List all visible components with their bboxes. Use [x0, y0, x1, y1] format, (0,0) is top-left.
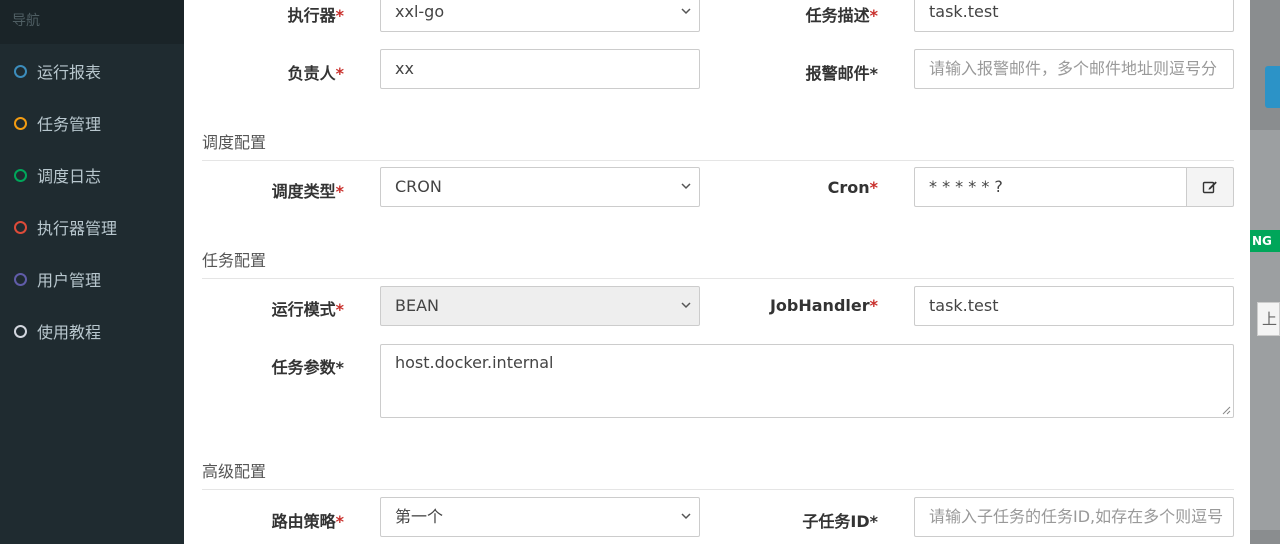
cron-edit-button[interactable] [1186, 167, 1234, 207]
alarm-email-label: 报警邮件* [805, 64, 878, 83]
sidebar-item-label: 运行报表 [37, 63, 102, 82]
job-handler-input[interactable]: task.test [914, 286, 1234, 326]
sidebar-item-tutorial[interactable]: 使用教程 [0, 311, 184, 351]
circle-icon [14, 64, 27, 78]
executor-select[interactable]: xxl-go [380, 0, 700, 32]
cron-input[interactable]: * * * * * ? [914, 167, 1188, 207]
route-strategy-label: 路由策略* [271, 512, 344, 531]
sidebar-item-label: 执行器管理 [37, 219, 118, 238]
params-textarea[interactable]: host.docker.internal [380, 344, 1234, 418]
task-section-title: 任务配置 [202, 249, 1234, 279]
job-desc-input[interactable]: task.test [914, 0, 1234, 32]
cron-label: Cron* [827, 178, 878, 197]
sidebar-item-label: 使用教程 [37, 323, 102, 342]
params-label: 任务参数* [271, 358, 344, 377]
sidebar-item-run-report[interactable]: 运行报表 [0, 51, 184, 91]
params-value: host.docker.internal [395, 353, 554, 372]
circle-icon [14, 168, 27, 182]
alarm-email-input[interactable]: 请输入报警邮件，多个邮件地址则逗号分 [914, 49, 1234, 89]
background-status-badge: NG [1250, 230, 1280, 252]
nav-header: 导航 [0, 0, 184, 44]
executor-label: 执行器* [287, 6, 344, 25]
schedule-type-value: CRON [395, 177, 442, 196]
circle-icon [14, 324, 27, 338]
owner-label: 负责人* [287, 64, 344, 83]
chevron-down-icon [681, 302, 691, 309]
sidebar-item-label: 调度日志 [37, 167, 102, 186]
advanced-section-title: 高级配置 [202, 460, 1234, 490]
circle-icon [14, 272, 27, 286]
child-job-label: 子任务ID* [802, 512, 878, 531]
background-add-button [1265, 66, 1280, 108]
schedule-type-label: 调度类型* [271, 182, 344, 201]
sidebar-item-executor-manage[interactable]: 执行器管理 [0, 207, 184, 247]
resize-grip-icon[interactable] [1221, 405, 1231, 415]
circle-icon [14, 116, 27, 130]
route-strategy-value: 第一个 [395, 507, 444, 526]
route-strategy-select[interactable]: 第一个 [380, 497, 700, 537]
job-handler-label: JobHandler* [769, 296, 878, 315]
schedule-section-title: 调度配置 [202, 131, 1234, 161]
sidebar-item-job-manage[interactable]: 任务管理 [0, 103, 184, 143]
child-job-input[interactable]: 请输入子任务的任务ID,如存在多个则逗号 [914, 497, 1234, 537]
chevron-down-icon [681, 8, 691, 15]
schedule-type-select[interactable]: CRON [380, 167, 700, 207]
sidebar-item-user-manage[interactable]: 用户管理 [0, 259, 184, 299]
circle-icon [14, 220, 27, 234]
executor-select-value: xxl-go [395, 2, 445, 21]
sidebar: 导航 运行报表 任务管理 调度日志 执行器管理 用户管理 使用教程 [0, 0, 184, 544]
run-mode-value: BEAN [395, 296, 439, 315]
chevron-down-icon [681, 183, 691, 190]
background-action-button: 上 [1257, 302, 1280, 336]
run-mode-label: 运行模式* [271, 300, 344, 319]
owner-input[interactable]: xx [380, 49, 700, 89]
job-desc-label: 任务描述* [805, 6, 878, 25]
run-mode-select: BEAN [380, 286, 700, 326]
chevron-down-icon [681, 513, 691, 520]
sidebar-item-schedule-log[interactable]: 调度日志 [0, 155, 184, 195]
edit-icon [1202, 181, 1217, 194]
sidebar-item-label: 任务管理 [37, 115, 102, 134]
sidebar-item-label: 用户管理 [37, 271, 102, 290]
